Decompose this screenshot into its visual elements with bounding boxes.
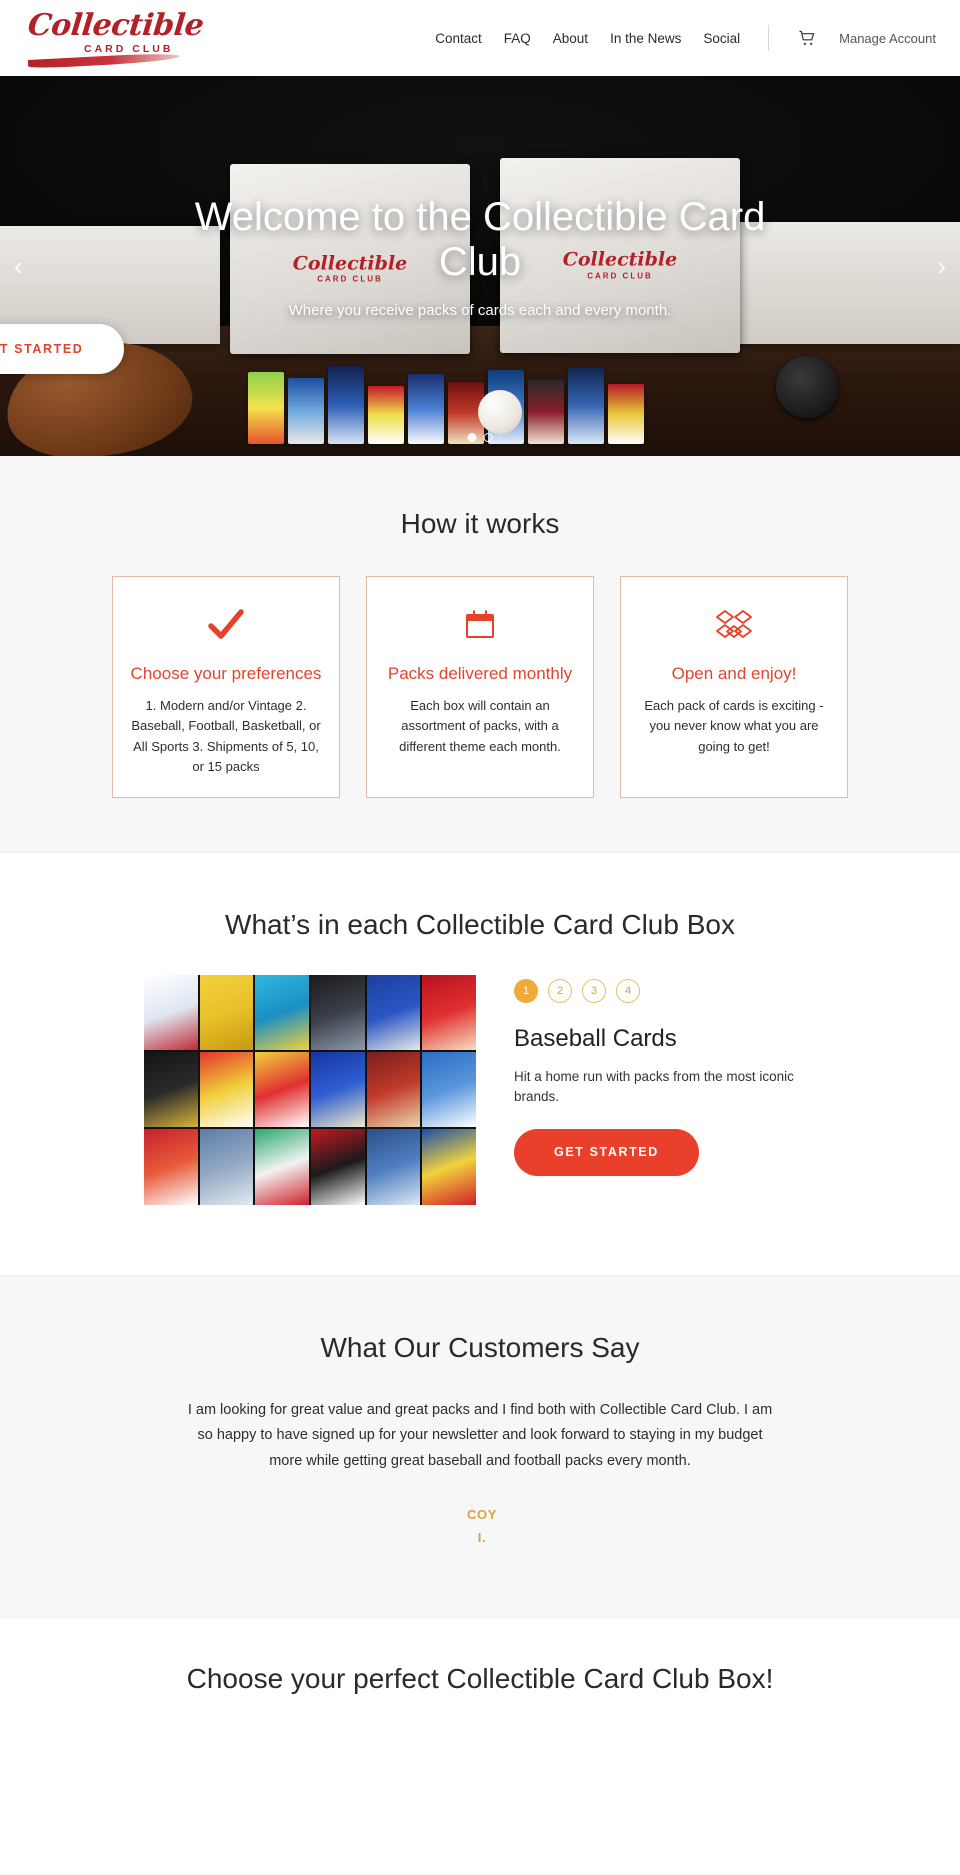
how-it-works-card-3-body: Each pack of cards is exciting - you nev… [644,698,824,754]
nav-item-contact[interactable]: Contact [435,31,482,46]
carousel-next-button[interactable]: › [937,253,946,279]
box-step-3[interactable]: 3 [582,978,606,1003]
box-step-2[interactable]: 2 [548,978,572,1003]
testimonial-author-line-2: I. [477,1529,487,1545]
site-logo[interactable]: Collectible CARD CLUB [26,8,208,69]
whats-in-box-title: What’s in each Collectible Card Club Box [225,908,735,940]
carousel-dots [467,433,493,442]
how-it-works-section: How it works Choose your preferences 1. … [0,456,960,852]
main-navigation: Contact FAQ About In the News Social Man… [435,25,936,51]
how-it-works-card-2: Packs delivered monthly Each box will co… [366,576,594,798]
carousel-prev-button[interactable]: ‹ [14,253,23,279]
nav-item-about[interactable]: About [553,31,588,46]
logo-wordmark: Collectible [26,8,206,43]
hero-subtitle: Where you receive packs of cards each an… [288,302,672,320]
whats-in-box-content: 1 2 3 4 Baseball Cards Hit a home run wi… [0,974,960,1205]
hero-get-started-button[interactable]: GET STARTED [0,324,124,375]
how-it-works-cards: Choose your preferences 1. Modern and/or… [0,576,960,798]
hero-title: Welcome to the Collectible Card Club [194,194,766,284]
how-it-works-card-2-title: Packs delivered monthly [387,664,573,683]
nav-item-in-the-news[interactable]: In the News [610,31,681,46]
how-it-works-card-3: Open and enjoy! Each pack of cards is ex… [620,576,848,798]
testimonial-quote: I am looking for great value and great p… [187,1401,773,1469]
how-it-works-card-1-body: 1. Modern and/or Vintage 2. Baseball, Fo… [131,698,321,774]
carousel-dot-2[interactable] [483,433,493,442]
shopping-cart-icon[interactable] [797,28,817,48]
hero-content: Welcome to the Collectible Card Club Whe… [0,76,960,456]
how-it-works-card-2-body: Each box will contain an assortment of p… [399,698,561,754]
nav-item-faq[interactable]: FAQ [504,31,531,46]
testimonial-author-line-1: COY [467,1506,497,1522]
testimonial-author: COY I. [0,1504,960,1550]
box-category-heading: Baseball Cards [514,1024,677,1052]
hero-carousel: Collectible CARD CLUB Collectible CARD C… [0,76,960,456]
how-it-works-title: How it works [400,508,560,539]
logo-tagline: CARD CLUB [84,43,174,55]
box-category-description: Hit a home run with packs from the most … [514,1068,794,1105]
site-header: Collectible CARD CLUB Contact FAQ About … [0,0,960,76]
nav-item-social[interactable]: Social [703,31,740,46]
box-step-1[interactable]: 1 [514,978,538,1003]
testimonials-section: What Our Customers Say I am looking for … [0,1274,960,1620]
whats-in-box-details: 1 2 3 4 Baseball Cards Hit a home run wi… [514,975,816,1205]
how-it-works-card-1: Choose your preferences 1. Modern and/or… [112,576,340,798]
carousel-dot-1[interactable] [467,433,477,442]
open-box-diamonds-icon [637,603,831,647]
how-it-works-card-1-title: Choose your preferences [130,664,322,683]
how-it-works-card-3-title: Open and enjoy! [671,664,797,683]
box-step-4[interactable]: 4 [616,978,640,1003]
manage-account-link[interactable]: Manage Account [839,31,936,46]
testimonials-title: What Our Customers Say [320,1331,640,1363]
baseball-card-packs-photo [144,974,476,1205]
choose-box-section: Choose your perfect Collectible Card Clu… [0,1619,960,1696]
calendar-icon [383,603,577,647]
nav-divider [768,25,770,51]
box-step-selector: 1 2 3 4 [514,978,816,1003]
checkmark-icon [129,603,323,647]
choose-box-title: Choose your perfect Collectible Card Clu… [186,1663,774,1695]
box-get-started-button[interactable]: GET STARTED [514,1129,699,1177]
whats-in-box-section: What’s in each Collectible Card Club Box [0,851,960,1275]
